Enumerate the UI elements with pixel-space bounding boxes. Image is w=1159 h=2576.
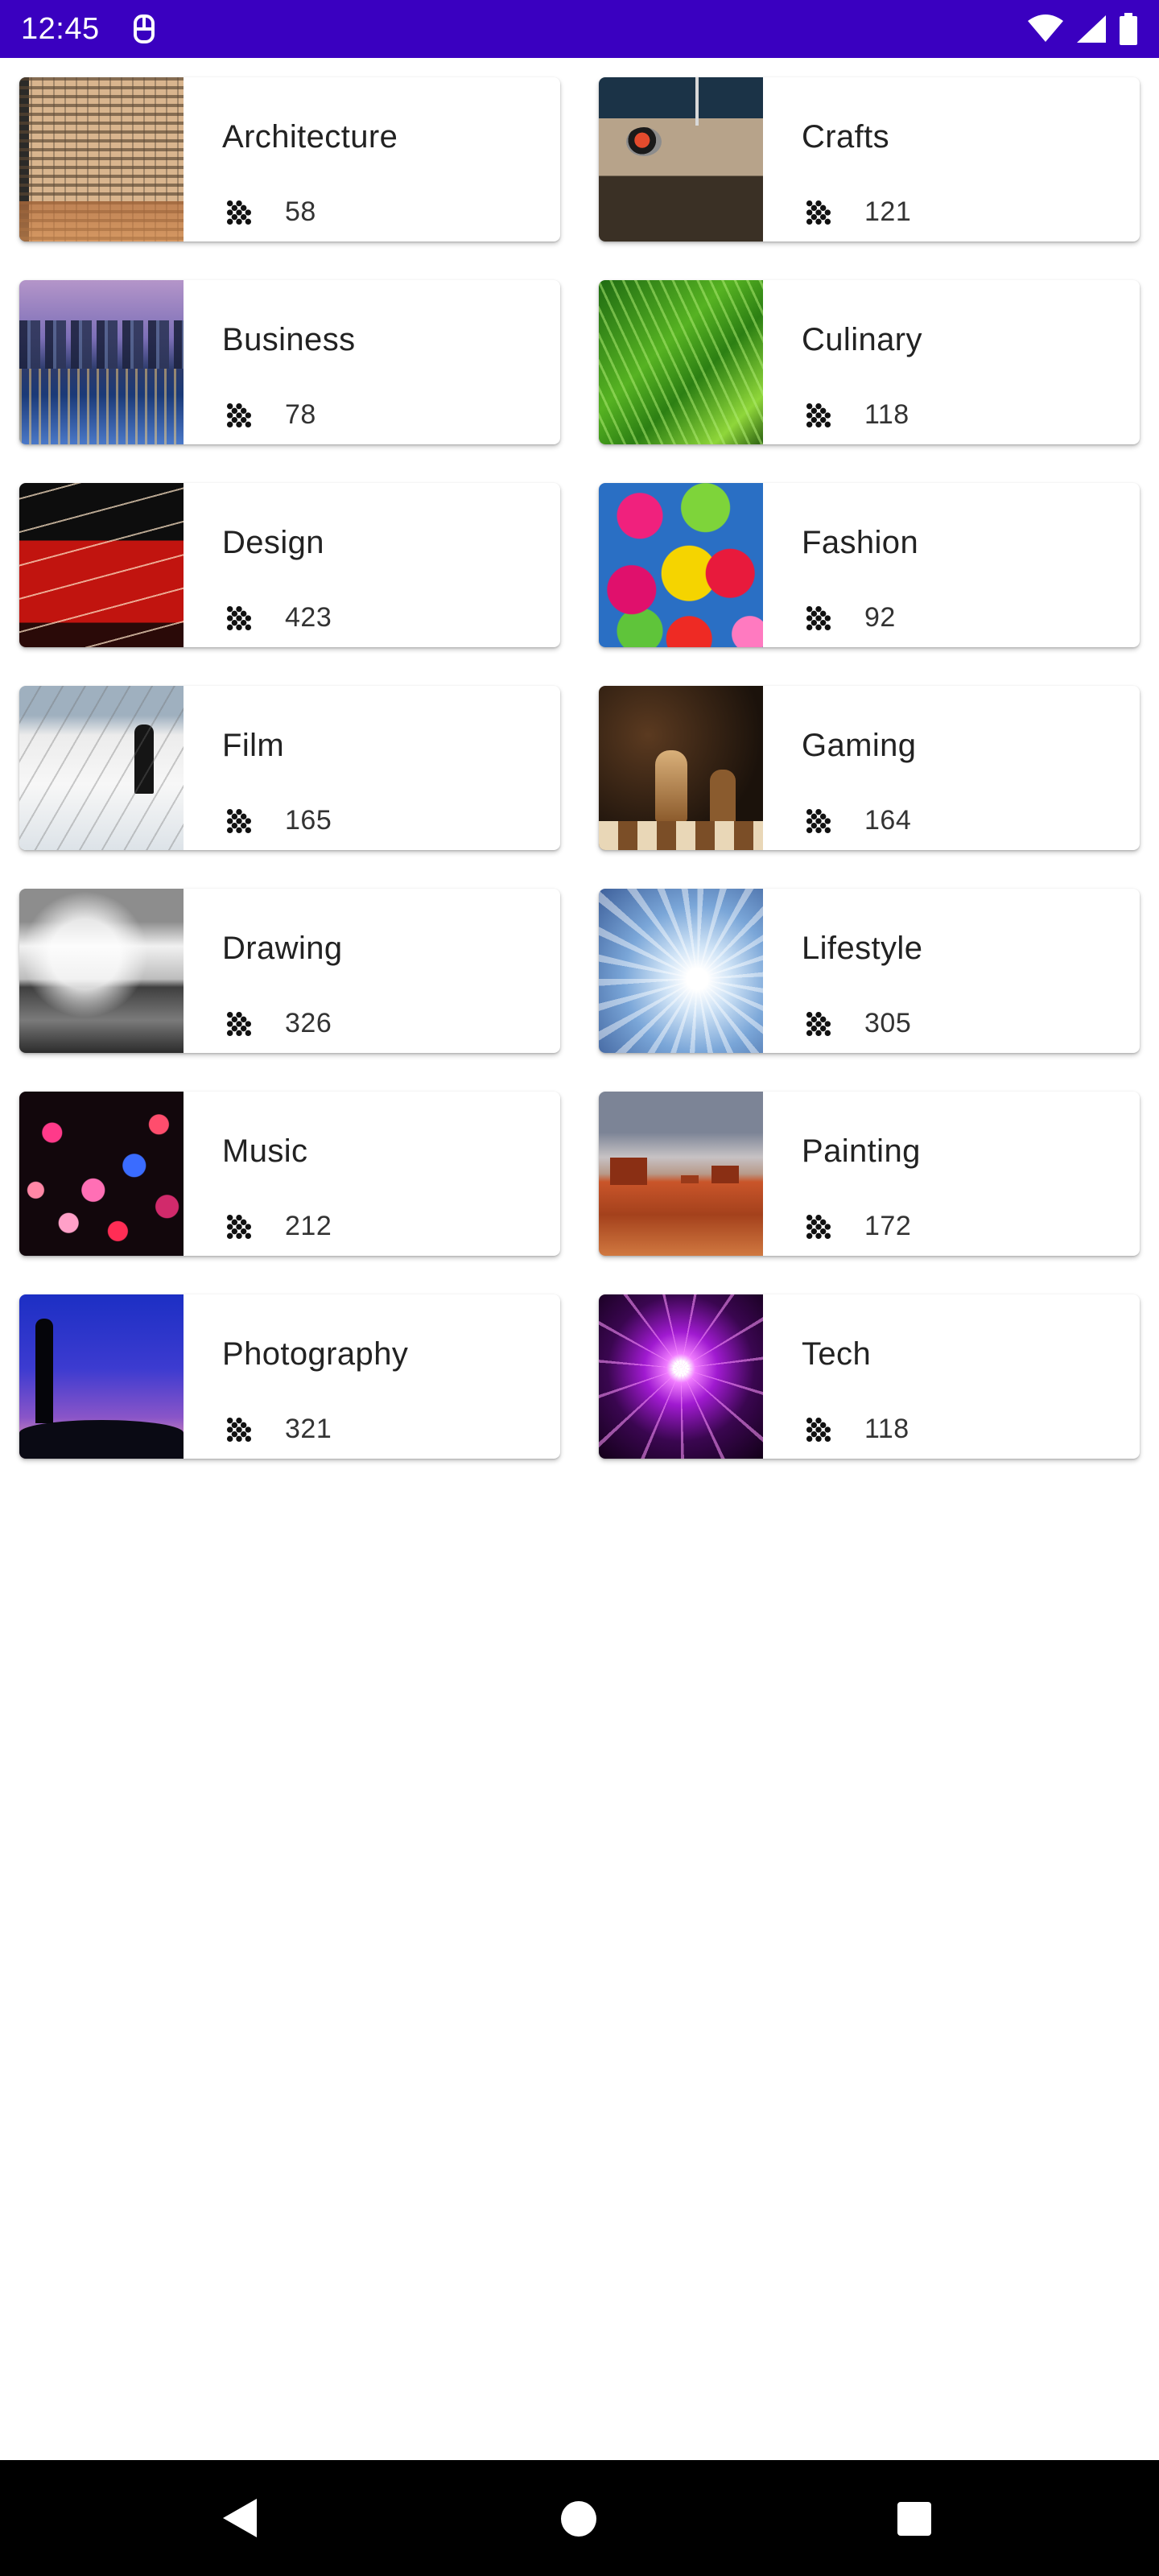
- photography-thumbnail: [19, 1294, 184, 1459]
- recents-icon[interactable]: [897, 2501, 932, 2537]
- notification-icon: [130, 13, 158, 45]
- category-title: Lifestyle: [802, 931, 923, 966]
- crafts-thumbnail: [599, 77, 763, 242]
- business-thumbnail: [19, 280, 184, 444]
- category-count: 164: [864, 805, 912, 836]
- category-title: Painting: [802, 1133, 921, 1169]
- category-count: 92: [864, 602, 896, 633]
- category-count: 118: [864, 399, 909, 430]
- wifi-icon: [1027, 14, 1064, 43]
- grain-dots-icon: [226, 200, 252, 225]
- category-card-film[interactable]: Film 165: [19, 686, 560, 850]
- drawing-thumbnail: [19, 889, 184, 1053]
- grain-dots-icon: [806, 402, 831, 427]
- category-card-fashion[interactable]: Fashion 92: [599, 483, 1140, 647]
- category-count: 326: [285, 1008, 332, 1038]
- category-count: 118: [864, 1414, 909, 1444]
- category-title: Drawing: [222, 931, 343, 966]
- category-count: 305: [864, 1008, 912, 1038]
- category-card-architecture[interactable]: Architecture 58: [19, 77, 560, 242]
- category-card-drawing[interactable]: Drawing 326: [19, 889, 560, 1053]
- category-card-tech[interactable]: Tech 118: [599, 1294, 1140, 1459]
- grain-dots-icon: [806, 808, 831, 833]
- film-thumbnail: [19, 686, 184, 850]
- grain-dots-icon: [806, 605, 831, 630]
- status-icons: [1027, 13, 1138, 45]
- grain-dots-icon: [226, 402, 252, 427]
- painting-thumbnail: [599, 1092, 763, 1256]
- architecture-thumbnail: [19, 77, 184, 242]
- category-count: 165: [285, 805, 332, 836]
- grain-dots-icon: [226, 1011, 252, 1036]
- grain-dots-icon: [806, 1417, 831, 1442]
- tech-thumbnail: [599, 1294, 763, 1459]
- grain-dots-icon: [806, 1011, 831, 1036]
- category-count: 172: [864, 1211, 912, 1241]
- category-title: Architecture: [222, 119, 398, 155]
- category-card-crafts[interactable]: Crafts 121: [599, 77, 1140, 242]
- category-count: 321: [285, 1414, 332, 1444]
- fashion-thumbnail: [599, 483, 763, 647]
- category-title: Fashion: [802, 525, 919, 560]
- category-card-photography[interactable]: Photography 321: [19, 1294, 560, 1459]
- culinary-thumbnail: [599, 280, 763, 444]
- grain-dots-icon: [226, 1214, 252, 1239]
- status-time: 12:45: [21, 11, 100, 46]
- category-title: Music: [222, 1133, 308, 1169]
- category-title: Crafts: [802, 119, 890, 155]
- category-count: 423: [285, 602, 332, 633]
- category-grid: Architecture 58 Crafts 121 Business 78 C…: [0, 58, 1159, 1459]
- category-count: 78: [285, 399, 316, 430]
- back-icon[interactable]: [217, 2496, 262, 2541]
- music-thumbnail: [19, 1092, 184, 1256]
- category-card-culinary[interactable]: Culinary 118: [599, 280, 1140, 444]
- category-title: Business: [222, 322, 356, 357]
- signal-icon: [1075, 14, 1107, 44]
- grain-dots-icon: [226, 1417, 252, 1442]
- category-card-lifestyle[interactable]: Lifestyle 305: [599, 889, 1140, 1053]
- design-thumbnail: [19, 483, 184, 647]
- category-count: 212: [285, 1211, 332, 1241]
- category-title: Film: [222, 728, 285, 763]
- lifestyle-thumbnail: [599, 889, 763, 1053]
- category-title: Gaming: [802, 728, 917, 763]
- category-title: Tech: [802, 1336, 872, 1372]
- category-card-business[interactable]: Business 78: [19, 280, 560, 444]
- grain-dots-icon: [226, 808, 252, 833]
- category-title: Photography: [222, 1336, 409, 1372]
- navigation-bar: [0, 2460, 1159, 2576]
- gaming-thumbnail: [599, 686, 763, 850]
- home-icon[interactable]: [560, 2500, 597, 2537]
- battery-icon: [1119, 13, 1138, 45]
- category-count: 58: [285, 196, 316, 227]
- category-count: 121: [864, 196, 912, 227]
- grain-dots-icon: [806, 200, 831, 225]
- category-card-gaming[interactable]: Gaming 164: [599, 686, 1140, 850]
- category-card-music[interactable]: Music 212: [19, 1092, 560, 1256]
- category-card-design[interactable]: Design 423: [19, 483, 560, 647]
- category-title: Culinary: [802, 322, 922, 357]
- category-title: Design: [222, 525, 324, 560]
- status-bar: 12:45: [0, 0, 1159, 58]
- grain-dots-icon: [226, 605, 252, 630]
- grain-dots-icon: [806, 1214, 831, 1239]
- category-card-painting[interactable]: Painting 172: [599, 1092, 1140, 1256]
